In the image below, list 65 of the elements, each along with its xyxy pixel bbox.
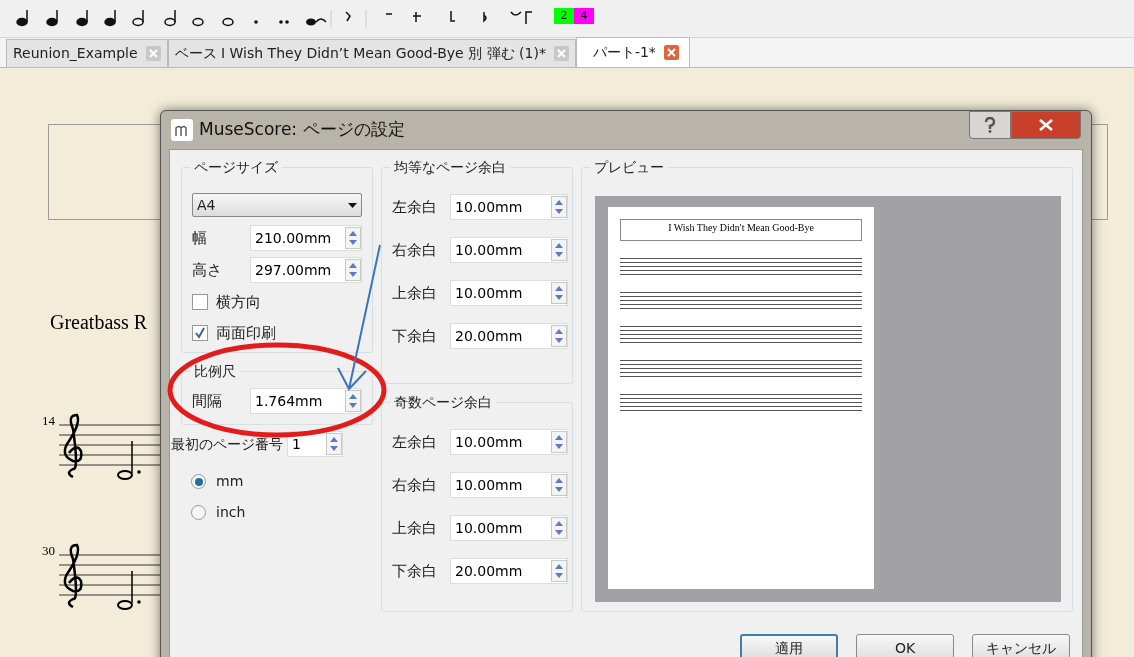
field-label: 右余白	[392, 239, 438, 261]
field-label: 幅	[192, 227, 207, 249]
group-legend: 均等なページ余白	[390, 157, 510, 178]
dialog-button[interactable]: キャンセル	[972, 634, 1070, 657]
spin-field[interactable]: 20.00mm	[450, 558, 568, 584]
field-label: 上余白	[392, 282, 438, 304]
spin-field[interactable]: 1.764mm	[250, 388, 362, 414]
paper-size-dropdown[interactable]: A4	[192, 193, 362, 217]
radio-button[interactable]	[191, 474, 206, 489]
field-label: 下余白	[392, 560, 438, 582]
window-title: MuseScore: ページの設定	[199, 118, 405, 142]
radio-label: inch	[216, 503, 246, 522]
help-button[interactable]	[969, 111, 1011, 139]
spin-field[interactable]: 10.00mm	[450, 280, 568, 306]
field-label: 右余白	[392, 474, 438, 496]
spin-buttons[interactable]	[345, 259, 361, 281]
spin-buttons[interactable]	[551, 325, 567, 347]
checkbox-label: 両面印刷	[216, 322, 276, 344]
dialog-button[interactable]: 適用	[740, 634, 838, 657]
checkbox-label: 横方向	[216, 292, 261, 313]
spin-field[interactable]: 10.00mm	[450, 472, 568, 498]
app-icon	[171, 119, 193, 141]
document-tab[interactable]: Reunion_Example	[6, 39, 168, 67]
voice-button[interactable]: 2	[554, 8, 574, 24]
close-icon	[1039, 119, 1053, 131]
preview-title: I Wish They Didn't Mean Good-Bye	[620, 219, 862, 241]
measure-number: 14	[42, 412, 55, 430]
radio-label: mm	[216, 472, 244, 491]
measure-number: 30	[42, 542, 55, 560]
spin-buttons[interactable]	[551, 517, 567, 539]
close-button[interactable]	[1011, 111, 1081, 139]
spin-buttons[interactable]	[326, 433, 342, 455]
document-tab[interactable]: ベース I Wish They Didn’t Mean Good-Bye 別 弾む (1)*	[167, 39, 576, 67]
spin-buttons[interactable]	[551, 196, 567, 218]
spin-buttons[interactable]	[345, 227, 361, 249]
field-label: 左余白	[392, 196, 438, 218]
spin-field[interactable]: 210.00mm	[250, 225, 362, 251]
field-label: 最初のページ番号	[171, 434, 283, 454]
dropdown-caret-icon	[348, 202, 357, 208]
spin-field[interactable]: 10.00mm	[450, 429, 568, 455]
checkbox[interactable]	[192, 324, 208, 341]
field-label: 左余白	[392, 431, 438, 453]
spin-field[interactable]: 20.00mm	[450, 323, 568, 349]
spin-buttons[interactable]	[551, 282, 567, 304]
instrument-label: Greatbass R	[50, 310, 148, 335]
field-label: 下余白	[392, 325, 438, 347]
checkbox[interactable]	[192, 294, 208, 311]
spin-buttons[interactable]	[551, 474, 567, 496]
voice-button[interactable]: 4	[574, 8, 594, 24]
spin-field[interactable]: 10.00mm	[450, 194, 568, 220]
spin-field[interactable]: 10.00mm	[450, 237, 568, 263]
close-icon[interactable]	[663, 45, 679, 60]
field-label: 高さ	[192, 259, 222, 281]
radio-button[interactable]	[191, 505, 206, 520]
spin-buttons[interactable]	[551, 431, 567, 453]
dialog-button[interactable]: OK	[856, 634, 954, 657]
help-icon	[984, 117, 996, 133]
spin-buttons[interactable]	[551, 560, 567, 582]
spin-buttons[interactable]	[345, 390, 361, 412]
spin-field[interactable]: 10.00mm	[450, 515, 568, 541]
spin-field[interactable]: 297.00mm	[250, 257, 362, 283]
spin-buttons[interactable]	[551, 239, 567, 261]
field-label: 上余白	[392, 517, 438, 539]
document-tab[interactable]: パート-1*	[575, 37, 690, 67]
field-label: 間隔	[192, 390, 222, 412]
